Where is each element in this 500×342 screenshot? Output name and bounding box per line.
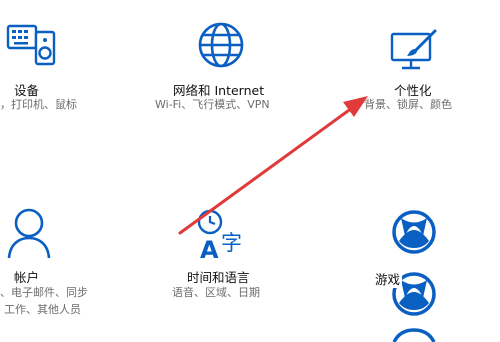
svg-text:A: A bbox=[200, 236, 219, 260]
tile-subtitle: 背景、锁屏、颜色 bbox=[364, 98, 452, 111]
tile-subtitle: ，打印机、鼠标 bbox=[0, 98, 77, 111]
tile-title: 帐户 bbox=[14, 270, 40, 285]
tile-network[interactable]: 网络和 Internet Wi-Fi、飞行模式、VPN bbox=[140, 0, 310, 120]
person-icon bbox=[6, 206, 52, 260]
xbox-icon bbox=[390, 328, 438, 342]
tile-title: 设备 bbox=[14, 83, 40, 98]
keyboard-speaker-icon bbox=[6, 20, 58, 70]
tile-title: 个性化 bbox=[394, 83, 432, 98]
tile-accounts[interactable]: 帐户 、电子邮件、同步 工作、其他人员 bbox=[0, 200, 130, 320]
tile-subtitle: Wi-Fi、飞行模式、VPN bbox=[155, 98, 270, 111]
paint-screen-icon bbox=[390, 28, 440, 72]
tile-title: 时间和语言 bbox=[187, 270, 250, 285]
time-language-icon: A 字 bbox=[196, 208, 250, 260]
tile-subtitle: 、电子邮件、同步 bbox=[0, 286, 88, 299]
svg-text:字: 字 bbox=[221, 231, 242, 255]
xbox-icon bbox=[390, 208, 438, 256]
tile-devices[interactable]: 设备 ，打印机、鼠标 bbox=[0, 0, 130, 120]
tile-personalization[interactable]: 个性化 背景、锁屏、颜色 bbox=[360, 0, 500, 120]
tile-title: 游戏 bbox=[373, 269, 403, 288]
globe-icon bbox=[196, 20, 246, 70]
tile-time-language[interactable]: A 字 时间和语言 语音、区域、日期 bbox=[150, 200, 310, 320]
tile-title: 网络和 Internet bbox=[173, 83, 265, 98]
tile-subtitle-line2: 工作、其他人员 bbox=[4, 303, 81, 316]
tile-gaming[interactable]: 游戏 bbox=[370, 200, 500, 342]
tile-subtitle: 语音、区域、日期 bbox=[172, 286, 260, 299]
